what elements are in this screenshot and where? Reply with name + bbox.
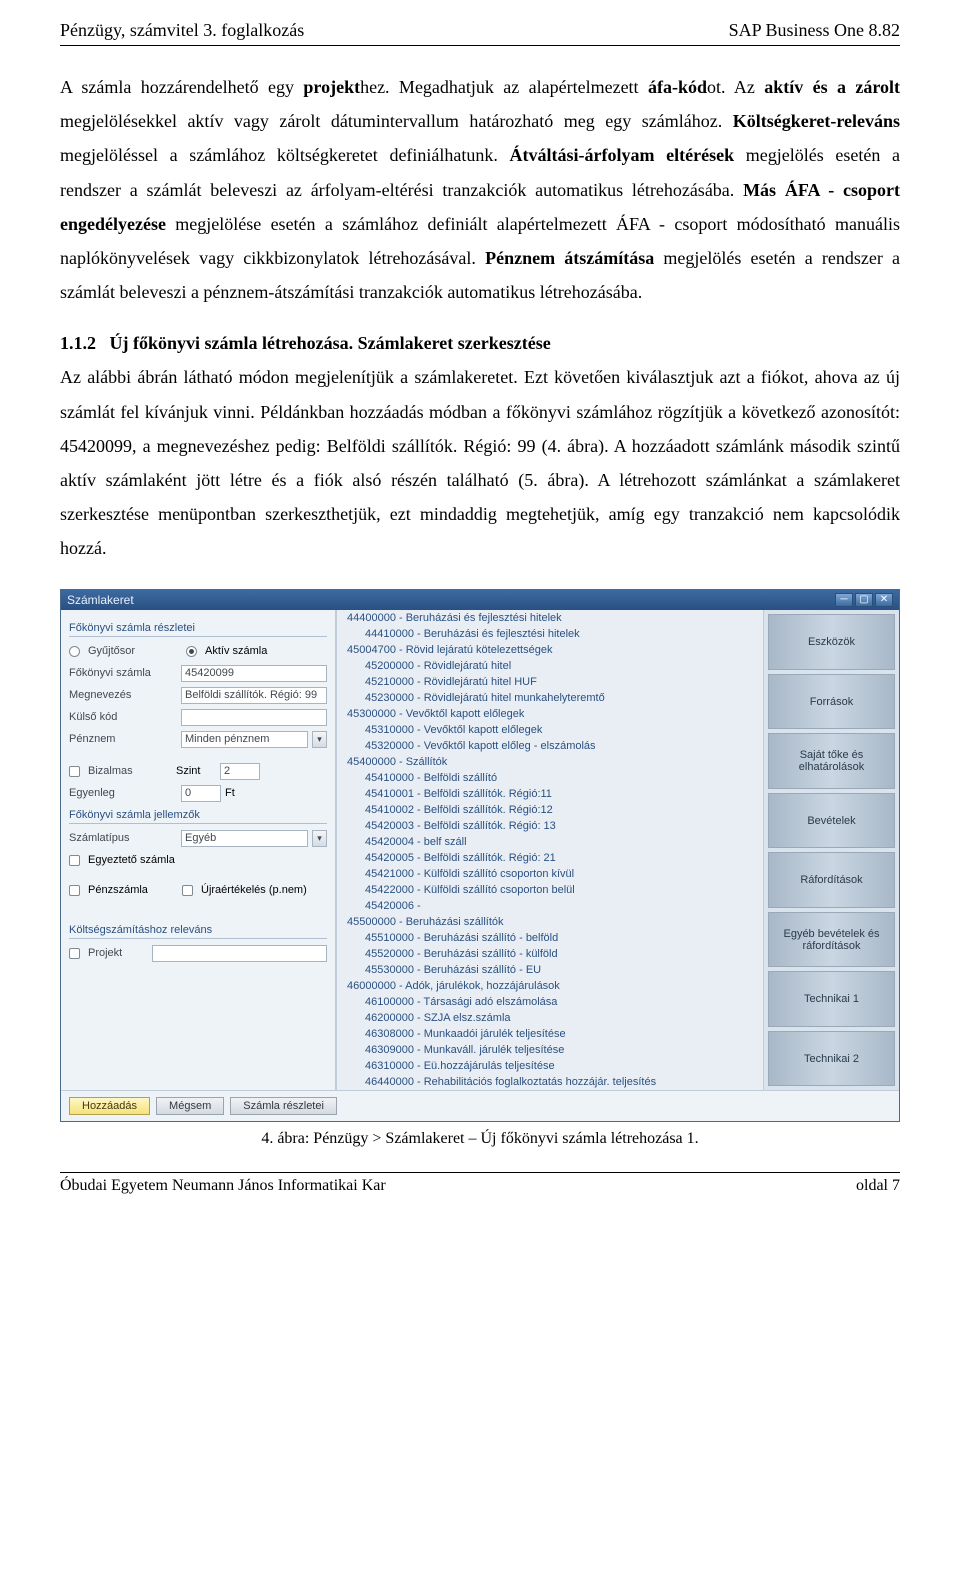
tree-row[interactable]: 45400000 - Szállítók	[337, 754, 763, 770]
check-egyezteto[interactable]	[69, 855, 80, 866]
tree-row[interactable]: 45420005 - Belföldi szállítók. Régió: 21	[337, 850, 763, 866]
tree-row[interactable]: 45422000 - Külföldi szállító csoporton b…	[337, 882, 763, 898]
tree-row[interactable]: 45530000 - Beruházási szállító - EU	[337, 962, 763, 978]
tree-row[interactable]: 45520000 - Beruházási szállító - külföld	[337, 946, 763, 962]
check-projekt[interactable]	[69, 948, 80, 959]
category-button[interactable]: Technikai 1	[768, 971, 895, 1027]
category-button[interactable]: Ráfordítások	[768, 852, 895, 908]
tree-row[interactable]: 46200000 - SZJA elsz.számla	[337, 1010, 763, 1026]
label-szint: Szint	[176, 765, 216, 777]
label-penzszamla: Pénzszámla	[88, 884, 178, 896]
label-projekt: Projekt	[88, 947, 148, 959]
radio-gyujtosor[interactable]	[69, 646, 80, 657]
tree-row[interactable]: 45410000 - Belföldi szállító	[337, 770, 763, 786]
figure-caption: 4. ábra: Pénzügy > Számlakeret – Új főkö…	[60, 1130, 900, 1148]
page-header: Pénzügy, számvitel 3. foglalkozás SAP Bu…	[60, 20, 900, 46]
header-right: SAP Business One 8.82	[729, 20, 900, 41]
header-left: Pénzügy, számvitel 3. foglalkozás	[60, 20, 304, 41]
footer-left: Óbudai Egyetem Neumann János Informatika…	[60, 1177, 386, 1195]
input-projekt[interactable]	[152, 945, 327, 962]
tree-row[interactable]: 45230000 - Rövidlejáratú hitel munkahely…	[337, 690, 763, 706]
tree-row[interactable]: 45410001 - Belföldi szállítók. Régió:11	[337, 786, 763, 802]
page-footer: Óbudai Egyetem Neumann János Informatika…	[60, 1172, 900, 1195]
category-button[interactable]: Saját tőke és elhatárolások	[768, 733, 895, 789]
tree-row[interactable]: 45420003 - Belföldi szállítók. Régió: 13	[337, 818, 763, 834]
tree-row[interactable]: 46440000 - Rehabilitációs foglalkoztatás…	[337, 1074, 763, 1090]
check-bizalmas[interactable]	[69, 766, 80, 777]
select-szamlatipus[interactable]: Egyéb	[181, 830, 308, 847]
maximize-icon[interactable]: ▢	[855, 593, 873, 607]
tree-row[interactable]: 45310000 - Vevőktől kapott előlegek	[337, 722, 763, 738]
add-button[interactable]: Hozzáadás	[69, 1097, 150, 1115]
account-details-button[interactable]: Számla részletei	[230, 1097, 337, 1115]
sap-footer: Hozzáadás Mégsem Számla részletei	[61, 1090, 899, 1121]
paragraph-2: Az alábbi ábrán látható módon megjelenít…	[60, 360, 900, 565]
label-egyezteto: Egyeztető számla	[88, 854, 175, 866]
label-szamlatipus: Számlatípus	[69, 832, 177, 844]
section-heading: 1.1.2 Új főkönyvi számla létrehozása. Sz…	[60, 333, 900, 354]
label-egyenleg: Egyenleg	[69, 787, 177, 799]
sap-titlebar: Számlakeret ─ ▢ ✕	[61, 590, 899, 610]
category-button[interactable]: Források	[768, 674, 895, 730]
paragraph-1: A számla hozzárendelhető egy projekthez.…	[60, 70, 900, 309]
close-icon[interactable]: ✕	[875, 593, 893, 607]
tree-row[interactable]: 45421000 - Külföldi szállító csoporton k…	[337, 866, 763, 882]
check-penzszamla[interactable]	[69, 885, 80, 896]
label-penznem: Pénznem	[69, 733, 177, 745]
category-button[interactable]: Technikai 2	[768, 1031, 895, 1087]
footer-right: oldal 7	[856, 1177, 900, 1195]
tree-row[interactable]: 45300000 - Vevőktől kapott előlegek	[337, 706, 763, 722]
tree-row[interactable]: 45500000 - Beruházási szállítók	[337, 914, 763, 930]
label-ft: Ft	[225, 787, 235, 799]
section-title-details: Főkönyvi számla részletei	[69, 622, 327, 637]
cancel-button[interactable]: Mégsem	[156, 1097, 224, 1115]
category-buttons: EszközökForrásokSaját tőke és elhatárolá…	[764, 610, 899, 1090]
select-penznem[interactable]: Minden pénznem	[181, 731, 308, 748]
category-button[interactable]: Bevételek	[768, 793, 895, 849]
input-szint[interactable]: 2	[220, 763, 260, 780]
category-button[interactable]: Egyéb bevételek és ráfordítások	[768, 912, 895, 968]
tree-row[interactable]: 44410000 - Beruházási és fejlesztési hit…	[337, 626, 763, 642]
tree-row[interactable]: 46100000 - Társasági adó elszámolása	[337, 994, 763, 1010]
label-kulso-kod: Külső kód	[69, 711, 177, 723]
label-bizalmas: Bizalmas	[88, 765, 148, 777]
window-title: Számlakeret	[67, 593, 134, 607]
tree-row[interactable]: 45210000 - Rövidlejáratú hitel HUF	[337, 674, 763, 690]
input-fokonyvi-szamla[interactable]: 45420099	[181, 665, 327, 682]
account-tree[interactable]: 44400000 - Beruházási és fejlesztési hit…	[336, 610, 764, 1090]
chevron-down-icon[interactable]: ▾	[312, 830, 327, 847]
tree-row[interactable]: 44400000 - Beruházási és fejlesztési hit…	[337, 610, 763, 626]
input-kulso-kod[interactable]	[181, 709, 327, 726]
label-gyujtosor: Gyűjtősor	[88, 645, 148, 657]
tree-row[interactable]: 46308000 - Munkaadói járulék teljesítése	[337, 1026, 763, 1042]
sap-window: Számlakeret ─ ▢ ✕ Főkönyvi számla részle…	[60, 589, 900, 1122]
tree-row[interactable]: 46000000 - Adók, járulékok, hozzájárulás…	[337, 978, 763, 994]
tree-row[interactable]: 45510000 - Beruházási szállító - belföld	[337, 930, 763, 946]
radio-aktiv-szamla[interactable]	[186, 646, 197, 657]
section-title-jellemzok: Főkönyvi számla jellemzők	[69, 809, 327, 824]
tree-row[interactable]: 45004700 - Rövid lejáratú kötelezettsége…	[337, 642, 763, 658]
tree-row[interactable]: 46309000 - Munkaváll. járulék teljesítés…	[337, 1042, 763, 1058]
category-button[interactable]: Eszközök	[768, 614, 895, 670]
input-egyenleg[interactable]: 0	[181, 785, 221, 802]
tree-row[interactable]: 45420004 - belf száll	[337, 834, 763, 850]
label-ujraertekeles: Újraértékelés (p.nem)	[201, 884, 307, 896]
minimize-icon[interactable]: ─	[835, 593, 853, 607]
left-panel: Főkönyvi számla részletei Gyűjtősor Aktí…	[61, 610, 336, 1090]
chevron-down-icon[interactable]: ▾	[312, 731, 327, 748]
label-fokonyvi-szamla: Főkönyvi számla	[69, 667, 177, 679]
check-ujraertekeles[interactable]	[182, 885, 193, 896]
label-aktiv-szamla: Aktív számla	[205, 645, 267, 657]
tree-row[interactable]: 45320000 - Vevőktől kapott előleg - elsz…	[337, 738, 763, 754]
label-megnevezes: Megnevezés	[69, 689, 177, 701]
tree-row[interactable]: 46310000 - Eü.hozzájárulás teljesítése	[337, 1058, 763, 1074]
section-title-koltseg: Költségszámításhoz releváns	[69, 924, 327, 939]
tree-row[interactable]: 45200000 - Rövidlejáratú hitel	[337, 658, 763, 674]
tree-row[interactable]: 45420006 -	[337, 898, 763, 914]
tree-row[interactable]: 45410002 - Belföldi szállítók. Régió:12	[337, 802, 763, 818]
input-megnevezes[interactable]: Belföldi szállítók. Régió: 99	[181, 687, 327, 704]
